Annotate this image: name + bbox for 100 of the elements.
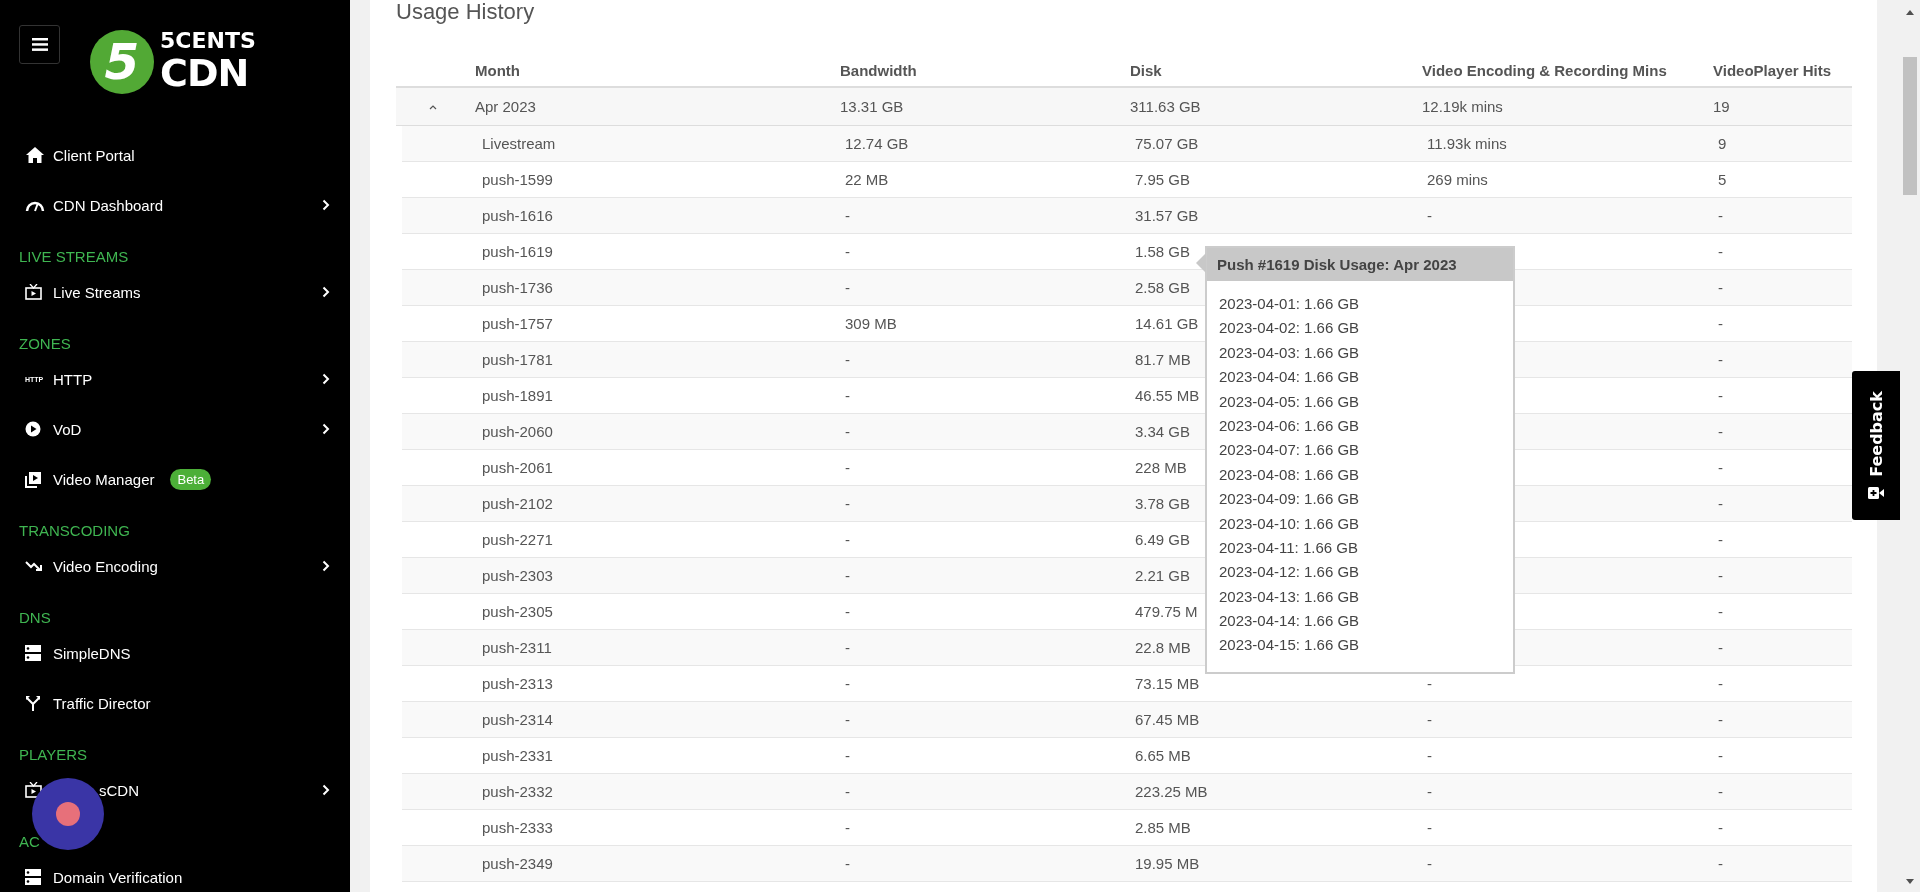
table-cell[interactable]: 19.95 MB — [1135, 855, 1200, 872]
logo-text: 5CENTS — [160, 28, 256, 53]
table-cell-text: - — [1717, 495, 1724, 512]
table-cell[interactable]: 22.8 MB — [1135, 639, 1191, 656]
sidebar-item[interactable]: sCDN — [0, 767, 350, 813]
table-cell-text: push-2102 — [481, 495, 554, 512]
table-cell-text: push-1616 — [481, 207, 554, 224]
table-cell: - — [1427, 747, 1432, 764]
scroll-up-icon[interactable] — [1906, 10, 1914, 15]
menu-button[interactable] — [19, 25, 60, 64]
tooltip-line: 2023-04-02: 1.66 GB — [1219, 318, 1361, 339]
table-cell-text: 12.74 GB — [844, 135, 910, 152]
logo-badge: 5 — [90, 29, 154, 94]
table-cell[interactable]: 3.78 GB — [1135, 495, 1191, 512]
caret-up-icon[interactable] — [427, 103, 438, 110]
sidebar-item[interactable]: Live Streams — [0, 269, 350, 315]
table-cell-text: - — [844, 639, 851, 656]
table-cell[interactable]: 46.55 MB — [1135, 387, 1200, 404]
table-cell[interactable]: 479.75 M — [1135, 603, 1198, 620]
split-arrows-icon — [25, 694, 41, 712]
chevron-right-icon — [322, 784, 330, 796]
table-cell-text: - — [1717, 783, 1724, 800]
table-cell[interactable]: 223.25 MB — [1135, 783, 1208, 800]
section-header: PLAYERS — [18, 745, 89, 765]
table-cell-text: push-2305 — [481, 603, 554, 620]
table-cell-text: - — [1717, 639, 1724, 656]
tooltip-line: 2023-04-14: 1.66 GB — [1219, 611, 1361, 632]
video-plus-icon — [1868, 486, 1884, 501]
logo-text: CDN — [160, 51, 250, 95]
table-cell-text: - — [1717, 279, 1724, 296]
table-cell-text: - — [1717, 567, 1724, 584]
menu-icon — [31, 38, 48, 51]
table-cell-text: 12.19k mins — [1422, 98, 1504, 115]
scroll-down-icon[interactable] — [1906, 879, 1914, 884]
sidebar-item[interactable]: Domain Verification — [0, 854, 350, 892]
table-cell-text: - — [844, 711, 851, 728]
table-cell-text: push-2271 — [481, 531, 554, 548]
chevron-right-icon — [322, 373, 330, 385]
tv-icon — [25, 284, 42, 300]
server-icon — [25, 645, 41, 661]
table-cell-text: 9 — [1717, 135, 1728, 152]
chevron-right-icon — [322, 423, 330, 435]
table-cell-text: - — [844, 855, 851, 872]
tooltip-line: 2023-04-15: 1.66 GB — [1219, 635, 1361, 656]
table-cell-text: push-2332 — [481, 783, 554, 800]
table-cell: - — [1427, 207, 1432, 224]
scrollbar[interactable] — [1900, 0, 1920, 892]
table-cell-text: - — [844, 747, 851, 764]
table-cell-text: 309 MB — [844, 315, 898, 332]
table-cell[interactable]: 81.7 MB — [1135, 351, 1191, 368]
table-cell-text: push-1619 — [481, 243, 554, 260]
sidebar-item[interactable]: Video Manager Beta — [0, 456, 350, 502]
section-header: ZONES — [18, 334, 72, 354]
table-cell[interactable]: 73.15 MB — [1135, 675, 1200, 692]
feedback-tab[interactable]: Feedback — [1852, 371, 1900, 520]
column-header: Month — [475, 61, 521, 79]
trend-down-icon — [25, 560, 43, 572]
table-cell[interactable]: 6.49 GB — [1135, 531, 1191, 548]
sidebar-item[interactable]: VoD — [0, 406, 350, 452]
table-cell: - — [1427, 819, 1432, 836]
table-cell[interactable]: 3.34 GB — [1135, 423, 1191, 440]
table-cell: 269 mins — [1427, 171, 1488, 188]
table-cell[interactable]: 67.45 MB — [1135, 711, 1200, 728]
section-header: TRANSCODING — [18, 521, 131, 541]
table-cell[interactable]: 2.21 GB — [1135, 567, 1191, 584]
table-cell[interactable]: 6.65 MB — [1135, 747, 1191, 764]
chevron-right-icon — [322, 286, 330, 298]
table-cell-text: push-2333 — [481, 819, 554, 836]
page-title: Usage History — [396, 0, 536, 26]
chevron-right-icon — [322, 560, 330, 572]
sidebar-item[interactable]: Traffic Director — [0, 680, 350, 726]
column-header: Bandwidth — [840, 61, 918, 79]
table-cell[interactable]: 1.58 GB — [1135, 243, 1191, 260]
table-cell-text: - — [844, 567, 851, 584]
table-cell-text: - — [844, 459, 851, 476]
sidebar-item[interactable]: Client Portal — [0, 132, 350, 178]
table-cell[interactable]: 2.58 GB — [1135, 279, 1191, 296]
table-cell[interactable]: 228 MB — [1135, 459, 1187, 476]
table-cell-text: - — [844, 603, 851, 620]
table-cell[interactable]: 75.07 GB — [1135, 135, 1199, 152]
table-cell-text: - — [1717, 315, 1724, 332]
table-cell-text: push-1757 — [481, 315, 554, 332]
table-cell-text: - — [1717, 855, 1724, 872]
table-cell[interactable]: 7.95 GB — [1135, 171, 1191, 188]
table-cell-text: 311.63 GB — [1130, 98, 1202, 115]
scrollbar-thumb[interactable] — [1903, 57, 1917, 195]
sidebar-item[interactable]: CDN Dashboard — [0, 182, 350, 228]
table-cell-text: push-1736 — [481, 279, 554, 296]
table-cell: - — [1427, 711, 1432, 728]
table-cell-text: push-2313 — [481, 675, 554, 692]
table-cell[interactable]: 14.61 GB — [1135, 315, 1199, 332]
table-cell[interactable]: 31.57 GB — [1135, 207, 1199, 224]
table-cell[interactable]: 2.85 MB — [1135, 819, 1191, 836]
section-header: LIVE STREAMS — [18, 247, 130, 267]
sidebar-item[interactable]: Video Encoding — [0, 543, 350, 589]
sidebar-item[interactable]: SimpleDNS — [0, 630, 350, 676]
table-cell-text: - — [844, 387, 851, 404]
table-cell-text: - — [844, 279, 851, 296]
table-cell-text: - — [1717, 207, 1724, 224]
table-cell-text: push-2303 — [481, 567, 554, 584]
